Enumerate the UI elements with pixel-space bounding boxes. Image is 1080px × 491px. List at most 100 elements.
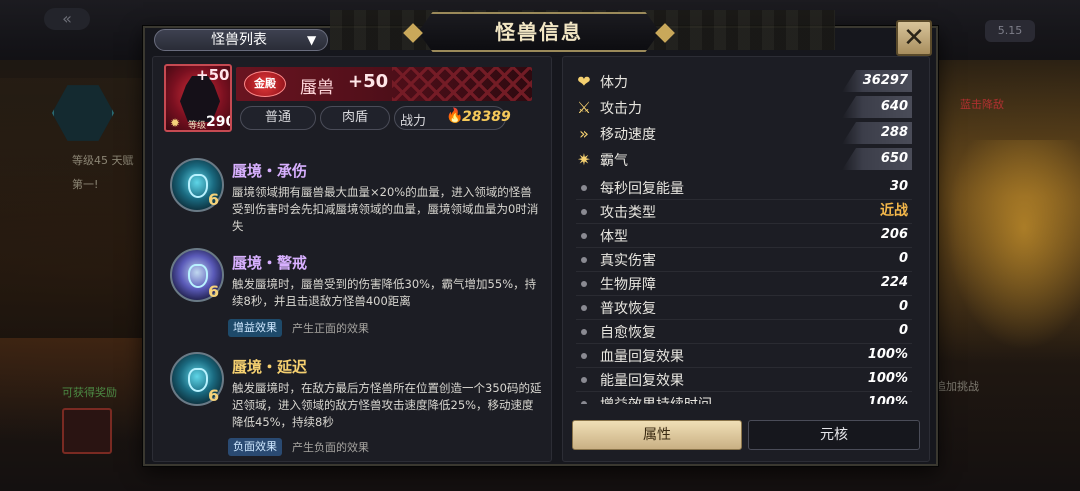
stat-name: 霸气	[600, 153, 628, 169]
stat-row-body-size: 体型 206	[572, 224, 912, 248]
stat-value: 206	[880, 227, 908, 242]
stat-value: 30	[889, 179, 908, 194]
bullet-dot-icon	[581, 377, 587, 383]
tab-core[interactable]: 元核	[748, 420, 920, 450]
dropdown-label: 怪兽列表	[211, 32, 267, 48]
skill-description: 蜃境领域拥有蜃兽最大血量×20%的血量，进入领域的怪兽受到伤害时会先扣减蜃境领域…	[232, 185, 539, 233]
bullet-dot-icon	[581, 281, 587, 287]
buff-effect-tag[interactable]: 增益效果	[228, 319, 282, 337]
skill-description: 触发蜃境时，蜃兽受到的伤害降低30%，霸气增加55%，持续8秒，并且击退敌方怪兽…	[232, 277, 537, 308]
stat-row-domination: ✷ 霸气 650	[572, 148, 912, 172]
stat-value: 0	[898, 323, 908, 338]
background-reward-icon	[62, 408, 112, 454]
stat-row-move-speed: » 移动速度 288	[572, 122, 912, 146]
close-x-icon: ✕	[903, 23, 925, 53]
stat-row-hp: ❤ 体力 36297	[572, 70, 912, 94]
monster-name-bar: 金殿 蜃兽 +50	[236, 67, 532, 101]
wing-icon: »	[579, 124, 589, 143]
star-icon: ✹	[170, 116, 181, 130]
background-reward-text: 可获得奖励	[62, 386, 117, 399]
stat-name: 体型	[600, 229, 628, 245]
portrait-plus-level: +50	[196, 66, 230, 84]
portrait-level-value: 290	[206, 114, 230, 130]
monster-list-dropdown[interactable]: 怪兽列表 ▼	[154, 29, 328, 51]
rank-badge: 金殿	[244, 71, 286, 97]
buff-effect-description: 产生正面的效果	[292, 322, 369, 335]
dialog-title: 怪兽信息	[495, 20, 583, 44]
stat-value: 640	[842, 96, 912, 118]
bullet-dot-icon	[581, 329, 587, 335]
role-tag-tank: 肉盾	[320, 106, 390, 130]
background-challenge-text: 追加挑战	[935, 380, 979, 393]
background-level-text: 等级45 天赋	[72, 154, 134, 167]
skill-shield-icon	[188, 264, 208, 288]
stat-row-buff-duration: 增益效果持续时间 100%	[572, 392, 912, 404]
stat-name: 增益效果持续时间	[600, 394, 712, 404]
skill-vortex-icon	[188, 368, 208, 392]
stat-row-self-heal: 自愈恢复 0	[572, 320, 912, 344]
stat-value: 近战	[880, 203, 908, 219]
stat-row-attack: ⚔ 攻击力 640	[572, 96, 912, 120]
skill-title: 蜃境・延迟	[232, 358, 308, 376]
stat-name: 生物屏障	[600, 277, 656, 293]
stat-value: 36297	[842, 70, 912, 92]
skill-level: 6	[208, 282, 220, 301]
bullet-dot-icon	[581, 185, 587, 191]
bullet-dot-icon	[581, 401, 587, 404]
burst-icon: ✷	[577, 150, 591, 169]
skill-title: 蜃境・承伤	[232, 162, 308, 180]
debuff-effect-tag[interactable]: 负面效果	[228, 438, 282, 456]
stat-row-attack-type: 攻击类型 近战	[572, 200, 912, 224]
stat-row-hp-regen-effect: 血量回复效果 100%	[572, 344, 912, 368]
stat-name: 能量回复效果	[600, 373, 684, 389]
stat-value: 100%	[867, 371, 908, 386]
stat-name: 血量回复效果	[600, 349, 684, 365]
debuff-effect-description: 产生负面的效果	[292, 441, 369, 454]
name-bar-pattern	[392, 67, 532, 101]
stat-name: 体力	[600, 75, 628, 91]
stats-scroll-clip[interactable]: 增益效果持续时间 100%	[572, 392, 912, 404]
stat-value: 100%	[867, 395, 908, 404]
bullet-dot-icon	[581, 305, 587, 311]
heart-icon: ❤	[577, 72, 591, 91]
power-value: 28389	[462, 109, 511, 125]
stat-value: 288	[842, 122, 912, 144]
stat-value: 0	[898, 299, 908, 314]
stat-row-true-damage: 真实伤害 0	[572, 248, 912, 272]
tab-attributes[interactable]: 属性	[572, 420, 742, 450]
stat-name: 移动速度	[600, 127, 656, 143]
stat-name: 自愈恢复	[600, 325, 656, 341]
bullet-dot-icon	[581, 257, 587, 263]
stat-name: 普攻恢复	[600, 301, 656, 317]
sword-icon: ⚔	[576, 98, 592, 117]
background-right-text: 蓝击降敌	[960, 98, 1004, 111]
bullet-dot-icon	[581, 233, 587, 239]
background-first-text: 第一!	[72, 178, 99, 191]
stat-value: 0	[898, 251, 908, 266]
stat-row-attack-recovery: 普攻恢复 0	[572, 296, 912, 320]
stat-value: 100%	[867, 347, 908, 362]
power-label: 战力	[400, 114, 427, 129]
stat-name: 攻击类型	[600, 205, 656, 221]
close-button[interactable]: ✕	[896, 20, 932, 56]
background-top-right-value: 5.15	[985, 20, 1035, 42]
flame-icon: 🔥	[446, 108, 464, 124]
skill-level: 6	[208, 190, 220, 209]
skill-crystal-icon	[188, 174, 208, 198]
portrait-level-label: 等级	[188, 121, 207, 131]
stat-name: 真实伤害	[600, 253, 656, 269]
skill-description: 触发蜃境时，在敌方最后方怪兽所在位置创造一个350码的延迟领域，进入领域的敌方怪…	[232, 381, 542, 429]
bullet-dot-icon	[581, 353, 587, 359]
stat-row-energy-regen-effect: 能量回复效果 100%	[572, 368, 912, 392]
monster-name: 蜃兽	[300, 78, 334, 98]
stat-row-bio-barrier: 生物屏障 224	[572, 272, 912, 296]
stat-name: 攻击力	[600, 101, 642, 117]
stat-value: 650	[842, 148, 912, 170]
monster-portrait[interactable]: +50 ✹ 等级 290	[164, 64, 232, 132]
stat-value: 224	[880, 275, 908, 290]
stat-name: 每秒回复能量	[600, 181, 684, 197]
triangle-down-icon: ▼	[307, 33, 317, 47]
background-right-scene	[940, 140, 1080, 360]
type-tag-normal: 普通	[240, 106, 316, 130]
stat-row-energy-regen: 每秒回复能量 30	[572, 176, 912, 200]
